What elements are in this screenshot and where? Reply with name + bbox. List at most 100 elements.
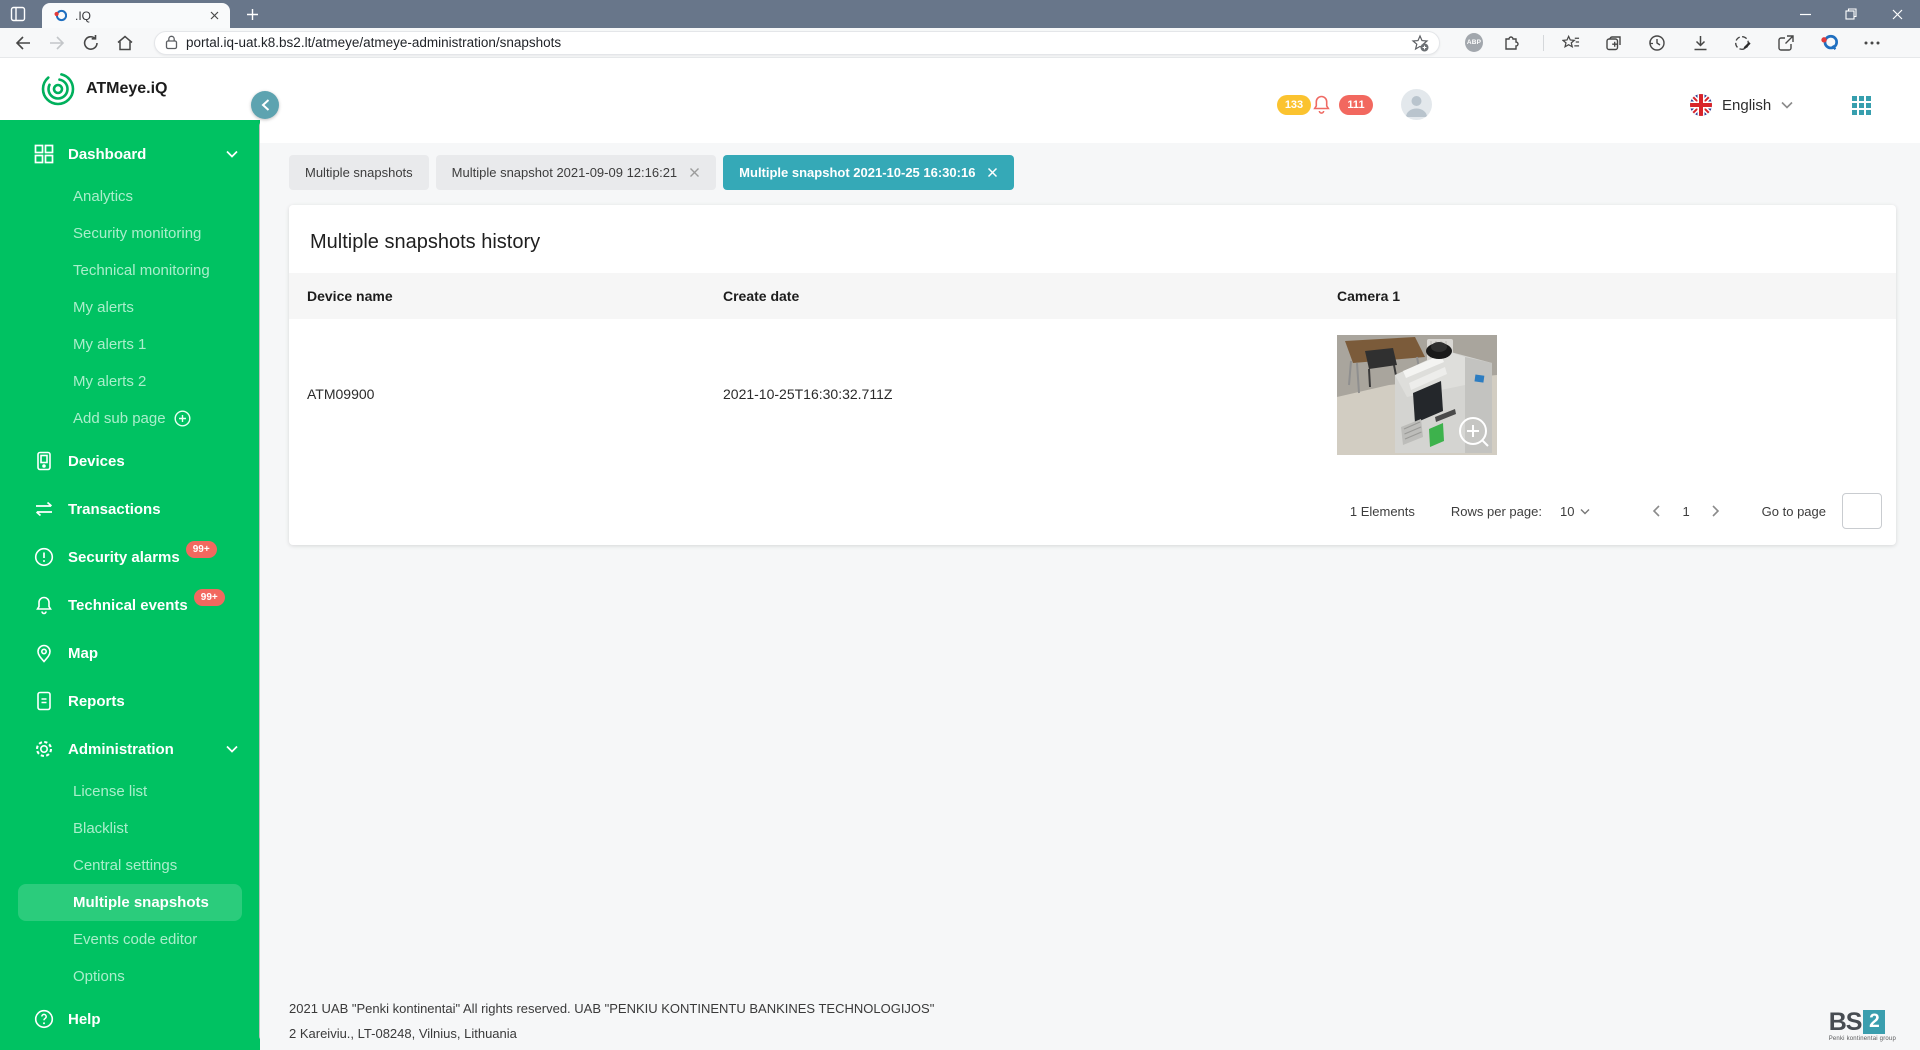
sidebar-item-administration[interactable]: Administration — [0, 725, 260, 773]
favorites-bar-icon[interactable] — [1562, 34, 1580, 52]
language-selector[interactable]: English — [1690, 94, 1793, 116]
notifications-bell-icon[interactable] — [1312, 94, 1331, 115]
sidebar-item-reports[interactable]: Reports — [0, 677, 260, 725]
sidebar-item-events-code-editor[interactable]: Events code editor — [0, 921, 260, 958]
sidebar: ATMeye.iQ Dashboard Analytics Security m… — [0, 58, 260, 1050]
close-icon[interactable] — [689, 167, 700, 178]
refresh-icon[interactable] — [74, 30, 108, 56]
tab-close-icon[interactable] — [206, 8, 222, 24]
uk-flag-icon — [1690, 94, 1712, 116]
tab-layout-icon[interactable] — [10, 6, 26, 22]
lock-icon[interactable] — [165, 35, 178, 50]
column-camera-1: Camera 1 — [1337, 273, 1400, 319]
close-window-button[interactable] — [1874, 0, 1920, 28]
share-icon[interactable] — [1777, 34, 1795, 52]
sidebar-item-central-settings[interactable]: Central settings — [0, 847, 260, 884]
footer-line-1: 2021 UAB "Penki kontinentai" All rights … — [289, 996, 934, 1021]
sidebar-item-transactions[interactable]: Transactions — [0, 485, 260, 533]
adblock-extension-icon[interactable]: ABP — [1465, 34, 1483, 52]
rows-per-page-select[interactable]: 10 — [1560, 504, 1590, 519]
sidebar-item-blacklist[interactable]: Blacklist — [0, 810, 260, 847]
device-name-cell: ATM09900 — [307, 319, 374, 469]
current-page-number[interactable]: 1 — [1682, 504, 1689, 519]
devices-icon — [33, 450, 55, 472]
sidebar-nav: Dashboard Analytics Security monitoring … — [0, 120, 260, 1043]
add-favorite-icon[interactable] — [1411, 34, 1429, 52]
sidebar-item-license-list[interactable]: License list — [0, 773, 260, 810]
snapshot-tabs: Multiple snapshots Multiple snapshot 202… — [289, 155, 1014, 190]
apps-grid-icon[interactable] — [1852, 96, 1872, 116]
tab-snapshot-2021-09-09[interactable]: Multiple snapshot 2021-09-09 12:16:21 — [436, 155, 717, 190]
minimize-button[interactable] — [1782, 0, 1828, 28]
content-area: Multiple snapshots Multiple snapshot 202… — [260, 143, 1920, 1050]
brand-name: ATMeye.iQ — [86, 80, 168, 98]
go-to-page-input[interactable] — [1842, 493, 1882, 529]
iq-extension-icon[interactable] — [1820, 34, 1838, 52]
prev-page-icon[interactable] — [1644, 499, 1668, 523]
footer-line-2: 2 Kareiviu., LT-08248, Vilnius, Lithuani… — [289, 1021, 934, 1046]
site-favicon — [54, 9, 67, 22]
chevron-down-icon — [226, 745, 238, 753]
page-title: Multiple snapshots history — [310, 231, 540, 254]
collections-icon[interactable] — [1605, 34, 1623, 52]
bs2-logo: BS 2 Penki kontinentai group — [1829, 1010, 1896, 1042]
alert-circle-icon — [33, 546, 55, 568]
help-icon — [33, 1008, 55, 1030]
sidebar-item-my-alerts-2[interactable]: My alerts 2 — [0, 363, 260, 400]
warnings-count-badge[interactable]: 133 — [1277, 95, 1311, 115]
rows-per-page-label: Rows per page: — [1451, 504, 1542, 519]
web-capture-icon[interactable] — [1734, 34, 1752, 52]
main-area: 133 111 — [260, 58, 1920, 1050]
sidebar-item-add-sub-page[interactable]: Add sub page — [0, 400, 260, 437]
tab-snapshot-2021-10-25[interactable]: Multiple snapshot 2021-10-25 16:30:16 — [723, 155, 1014, 190]
map-pin-icon — [33, 642, 55, 664]
sidebar-item-dashboard[interactable]: Dashboard — [0, 130, 260, 178]
sidebar-item-devices[interactable]: Devices — [0, 437, 260, 485]
sidebar-item-technical-events[interactable]: Technical events 99+ — [0, 581, 260, 629]
camera-snapshot-thumbnail[interactable] — [1337, 335, 1497, 455]
back-icon[interactable] — [6, 30, 40, 56]
technical-events-badge: 99+ — [194, 589, 225, 606]
restore-button[interactable] — [1828, 0, 1874, 28]
close-icon[interactable] — [987, 167, 998, 178]
column-device-name: Device name — [307, 273, 393, 319]
sidebar-item-security-monitoring[interactable]: Security monitoring — [0, 215, 260, 252]
home-icon[interactable] — [108, 30, 142, 56]
sidebar-collapse-button[interactable] — [251, 91, 279, 119]
create-date-cell: 2021-10-25T16:30:32.711Z — [723, 319, 892, 469]
transactions-icon — [33, 498, 55, 520]
user-avatar[interactable] — [1401, 89, 1432, 120]
sidebar-item-analytics[interactable]: Analytics — [0, 178, 260, 215]
table-row: ATM09900 2021-10-25T16:30:32.711Z — [289, 319, 1896, 469]
downloads-icon[interactable] — [1691, 34, 1709, 52]
sidebar-item-security-alarms[interactable]: Security alarms 99+ — [0, 533, 260, 581]
forward-icon[interactable] — [40, 30, 74, 56]
sidebar-item-map[interactable]: Map — [0, 629, 260, 677]
browser-menu-icon[interactable] — [1863, 34, 1881, 52]
chevron-down-icon — [226, 150, 238, 158]
sidebar-item-my-alerts[interactable]: My alerts — [0, 289, 260, 326]
sidebar-item-multiple-snapshots[interactable]: Multiple snapshots — [18, 884, 242, 921]
browser-tab[interactable]: .IQ — [42, 3, 230, 28]
sidebar-item-options[interactable]: Options — [0, 958, 260, 995]
browser-titlebar: .IQ — [0, 0, 1920, 28]
next-page-icon[interactable] — [1704, 499, 1728, 523]
history-icon[interactable] — [1648, 34, 1666, 52]
alerts-count-badge[interactable]: 111 — [1339, 95, 1373, 115]
elements-count: 1 Elements — [1350, 504, 1415, 519]
top-header: 133 111 — [260, 58, 1920, 143]
extensions-puzzle-icon[interactable] — [1503, 34, 1521, 52]
add-plus-icon — [174, 410, 191, 427]
sidebar-item-help[interactable]: Help — [0, 995, 260, 1043]
security-alarms-badge: 99+ — [186, 541, 217, 558]
sidebar-item-my-alerts-1[interactable]: My alerts 1 — [0, 326, 260, 363]
url-text[interactable]: portal.iq-uat.k8.bs2.lt/atmeye/atmeye-ad… — [186, 35, 1411, 50]
tab-multiple-snapshots[interactable]: Multiple snapshots — [289, 155, 429, 190]
gear-icon — [33, 738, 55, 760]
sidebar-item-technical-monitoring[interactable]: Technical monitoring — [0, 252, 260, 289]
new-tab-button[interactable] — [242, 4, 262, 24]
atmeye-logo-icon — [40, 71, 76, 107]
address-bar[interactable]: portal.iq-uat.k8.bs2.lt/atmeye/atmeye-ad… — [154, 31, 1440, 55]
browser-tab-title: .IQ — [75, 9, 206, 23]
zoom-magnifier-icon — [1460, 418, 1488, 446]
